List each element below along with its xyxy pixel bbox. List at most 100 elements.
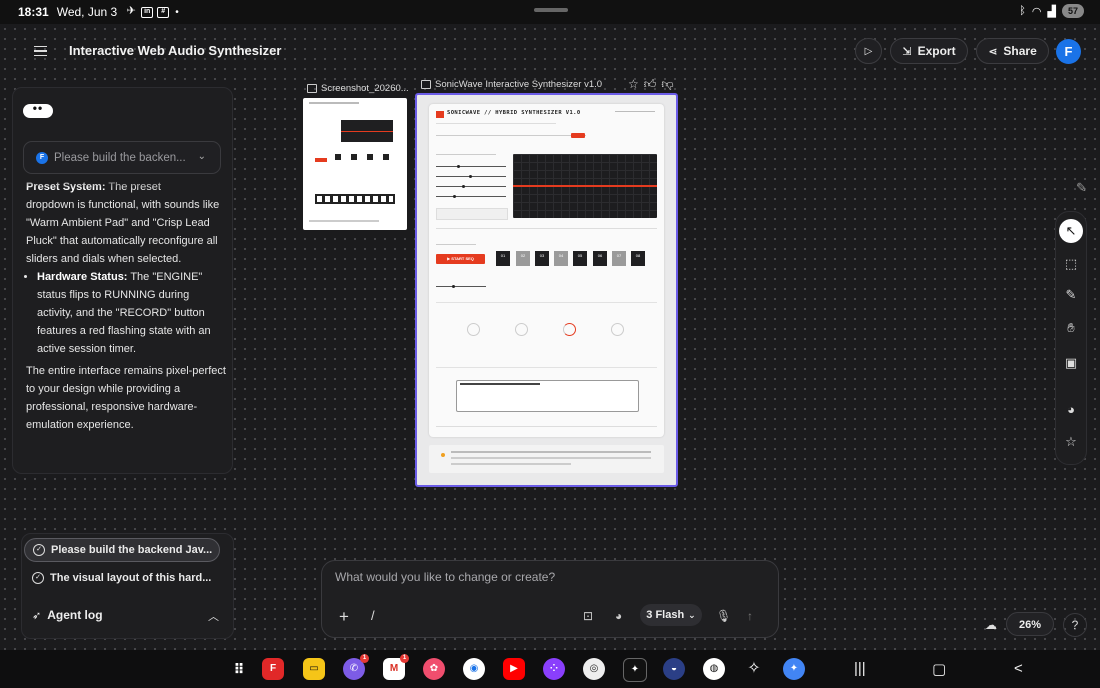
mini-step	[351, 154, 357, 160]
bullet-preset: Preset System: The presetdropdown is fun…	[26, 178, 226, 268]
more-notifications-icon: •	[175, 6, 179, 18]
model-selector[interactable]: 3 Flash ⌄	[640, 604, 702, 626]
camera-icon[interactable]: ◎	[583, 658, 605, 680]
status-time: 18:31	[18, 5, 49, 19]
agent-log-label: Agent log	[47, 608, 103, 622]
prompt-composer[interactable]: What would you like to change or create?…	[321, 560, 779, 638]
share-button[interactable]: ⋖ Share	[976, 38, 1049, 64]
play-button[interactable]: ▷	[855, 38, 882, 64]
thumbs-down-icon[interactable]: 👎︎	[661, 77, 673, 92]
scroll-fade	[13, 174, 232, 188]
synth-subheader	[436, 123, 556, 125]
image-icon[interactable]: ▣	[1059, 351, 1083, 375]
galaxy-store-icon[interactable]: ⁘	[543, 658, 565, 680]
bullet-heading: Hardware Status:	[37, 271, 128, 283]
game-launcher-icon[interactable]: ◒	[663, 658, 685, 680]
photos-icon[interactable]: ✿	[423, 658, 445, 680]
gmail-icon[interactable]: M1	[383, 654, 409, 680]
step-button: 06	[593, 251, 607, 266]
keyboard-text	[460, 383, 540, 385]
microphone-icon[interactable]: 🎙︎	[716, 609, 731, 623]
screenshot-frame-label[interactable]: Screenshot_20260...	[307, 83, 409, 94]
synth-logo	[436, 111, 444, 118]
recent-apps-icon[interactable]: |||	[854, 660, 866, 677]
home-icon[interactable]: ▢	[932, 660, 946, 678]
wifi-icon: ◠	[1031, 5, 1042, 18]
chrome-icon[interactable]: ◉	[463, 658, 485, 680]
record-badge	[571, 133, 585, 138]
pencil-icon[interactable]: ✎	[1059, 283, 1083, 307]
prompt-history-dropdown[interactable]: F Please build the backen... ⌄	[23, 141, 221, 174]
zoom-level[interactable]: 26%	[1006, 612, 1054, 636]
user-avatar[interactable]: F	[1056, 39, 1081, 64]
mini-step	[335, 154, 341, 160]
viber-icon[interactable]: ✆ 1	[343, 654, 369, 680]
frame-actions: ☆ 👍︎ 👎︎	[628, 77, 674, 92]
frame-select-icon[interactable]: ⊡	[583, 609, 593, 623]
send-arrow-icon[interactable]: ↑	[747, 609, 753, 623]
mini-keys	[317, 196, 393, 202]
gemini-icon[interactable]: ✧	[743, 658, 765, 680]
keyboard-header	[436, 367, 657, 369]
task-item[interactable]: ✓ Please build the backend Jav...	[24, 538, 220, 562]
attack-knob	[467, 323, 480, 336]
agent-log-toggle[interactable]: ➶ Agent log	[32, 608, 103, 622]
window-drag-handle[interactable]	[534, 8, 568, 12]
task-item[interactable]: ✓ The visual layout of this hard...	[24, 566, 220, 590]
more-options-button[interactable]: ••	[23, 102, 53, 118]
gallery-edit-icon[interactable]: ✦	[623, 658, 647, 682]
star-outline-icon[interactable]: ☆	[1059, 430, 1083, 454]
waveform-selector	[436, 228, 657, 230]
help-button[interactable]: ?	[1063, 613, 1087, 637]
start-seq-button: ▶ START SEQ	[436, 254, 485, 264]
chevron-down-icon: ⌄	[688, 609, 696, 620]
chat-message: Preset System: The presetdropdown is fun…	[26, 178, 226, 434]
screenshot-frame[interactable]	[303, 98, 407, 230]
pen-tool-icon[interactable]: ✎	[1076, 180, 1087, 196]
info-icon	[441, 453, 445, 457]
menu-button[interactable]	[24, 39, 56, 63]
flipboard-icon[interactable]: F	[262, 658, 284, 680]
chevron-up-icon[interactable]: ︿	[208, 608, 219, 624]
slash-command-button[interactable]: /	[371, 608, 375, 623]
step-button: 08	[631, 251, 645, 266]
step-button: 05	[573, 251, 587, 266]
prompt-input[interactable]: What would you like to change or create?	[335, 570, 555, 584]
slider-thumb	[469, 175, 472, 178]
canvas-toolbar: ↖ ⬚ ✎ ✋︎ ▣ ◕ ☆	[1055, 211, 1087, 465]
cloud-sync-icon[interactable]: ☁	[985, 618, 997, 632]
bullet-text: The "ENGINE" status flips to RUNNING dur…	[37, 271, 211, 355]
thumbs-up-icon[interactable]: 👍︎	[644, 77, 657, 92]
check-circle-icon: ✓	[32, 572, 44, 584]
synth-preview-frame[interactable]: SONICWAVE // HYBRID SYNTHESIZER V1.0 ▶ S…	[415, 93, 678, 487]
step-button: 03	[535, 251, 549, 266]
podcast-icon[interactable]: ◍	[703, 658, 725, 680]
notes-icon[interactable]: ▭	[303, 658, 325, 680]
select-box-icon[interactable]: ⬚	[1059, 252, 1083, 276]
main-frame-label[interactable]: SonicWave Interactive Synthesizer v1.0	[421, 79, 602, 90]
status-date: Wed, Jun 3	[56, 5, 118, 19]
youtube-icon[interactable]: ▶	[503, 658, 525, 680]
star-icon[interactable]: ☆	[628, 77, 639, 92]
palette-icon[interactable]: ◕	[615, 609, 622, 623]
back-icon[interactable]: <	[1014, 660, 1023, 677]
hamburger-icon	[33, 45, 47, 48]
export-button[interactable]: ⇲ Export	[890, 38, 968, 64]
task-label: The visual layout of this hard...	[50, 572, 212, 584]
app-drawer-icon[interactable]: ⠿	[228, 658, 250, 680]
envelope-header	[436, 302, 657, 304]
notification-icons: ✈ in #	[125, 5, 170, 18]
prompt-preview: Please build the backen...	[54, 151, 186, 164]
battery-icon: 57	[1061, 4, 1084, 18]
step-button: 04	[554, 251, 568, 266]
assistant-icon[interactable]: ✦	[783, 658, 805, 680]
sustain-knob	[563, 323, 576, 336]
page-title: Interactive Web Audio Synthesizer	[69, 43, 282, 58]
cursor-icon[interactable]: ↖	[1059, 219, 1083, 243]
hand-icon[interactable]: ✋︎	[1059, 316, 1083, 340]
slider-thumb	[462, 185, 465, 188]
preset-select	[436, 208, 508, 220]
slider-track	[436, 196, 506, 197]
palette-icon[interactable]: ◕	[1059, 397, 1083, 421]
add-attachment-icon[interactable]: +	[339, 607, 349, 627]
